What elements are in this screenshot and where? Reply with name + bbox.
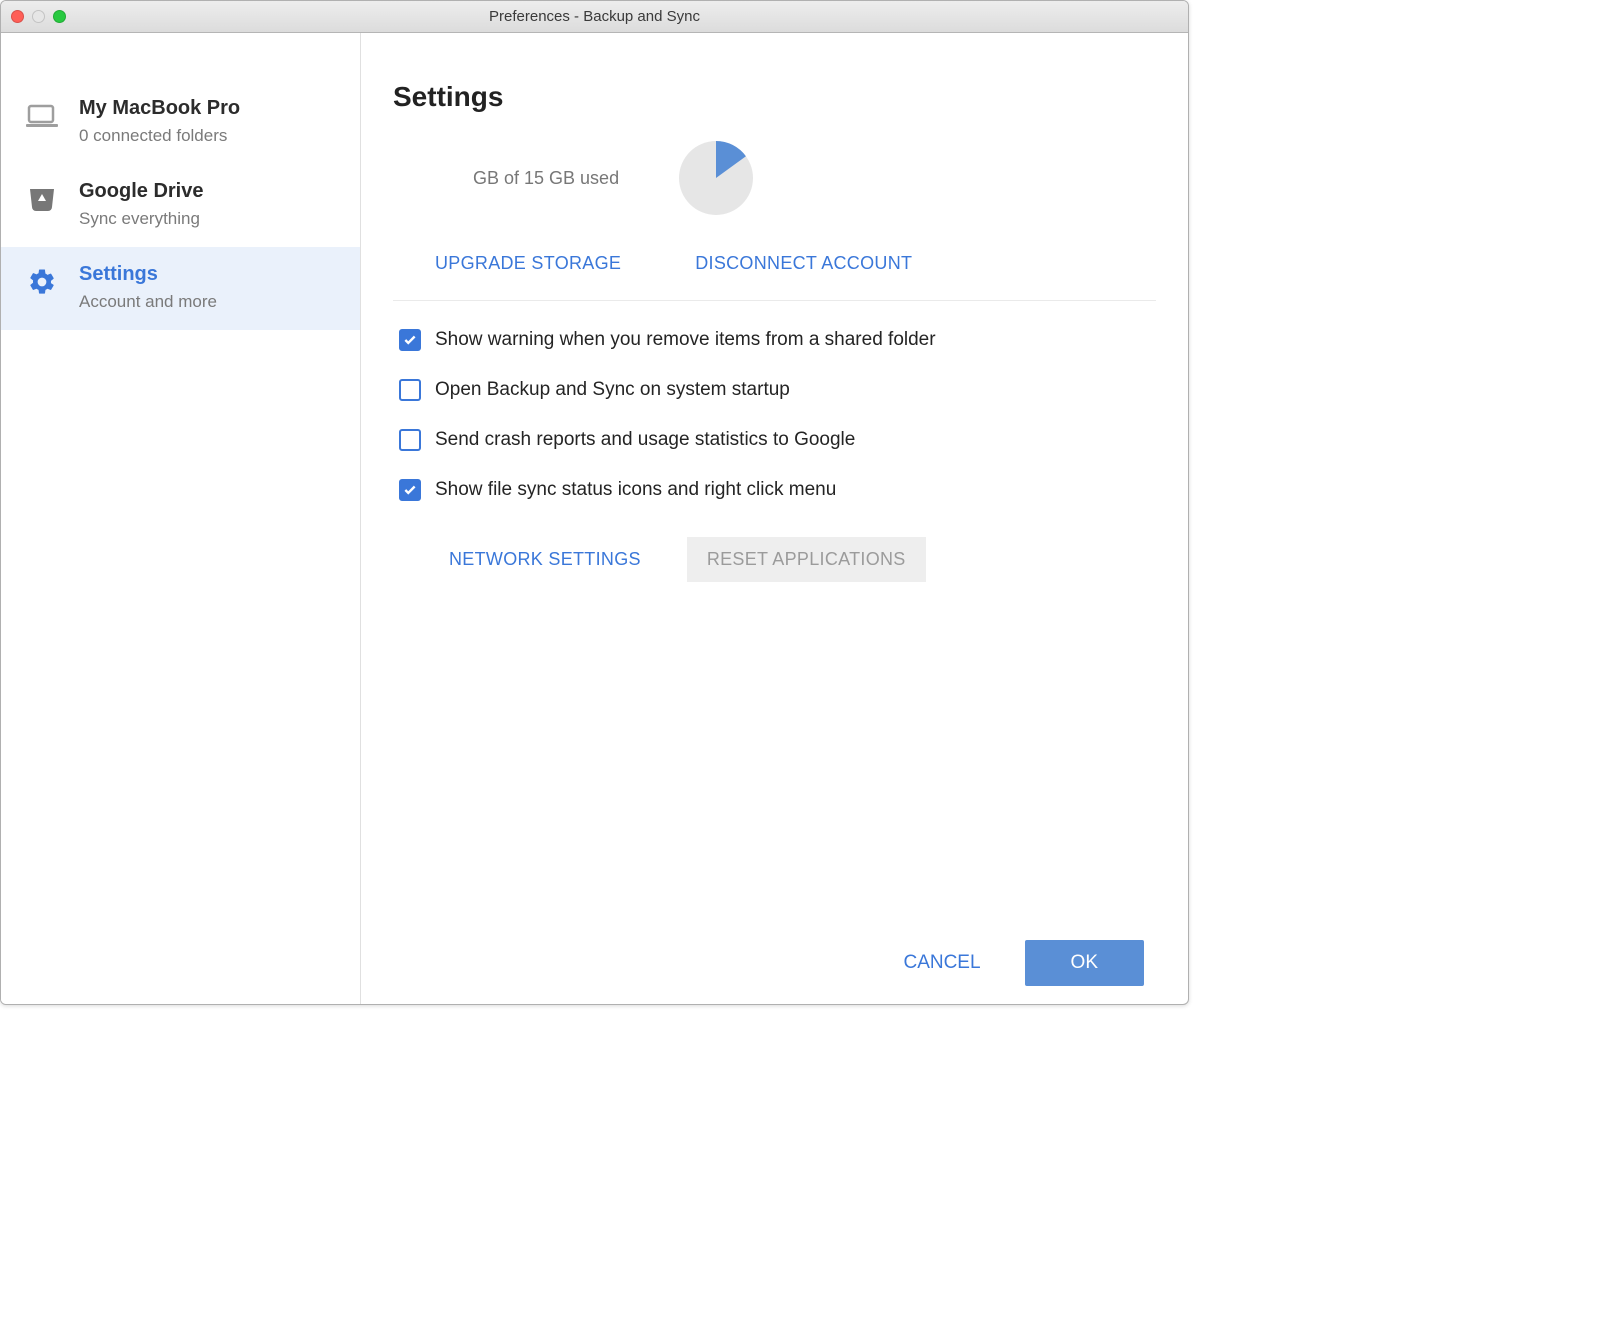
- title-bar: Preferences - Backup and Sync: [1, 1, 1188, 33]
- checkbox-label: Open Backup and Sync on system startup: [435, 379, 790, 401]
- sidebar-item-settings[interactable]: Settings Account and more: [1, 247, 360, 330]
- minimize-icon[interactable]: [32, 10, 45, 23]
- checkbox-label: Show warning when you remove items from …: [435, 329, 936, 351]
- storage-row: GB of 15 GB used: [393, 141, 1156, 239]
- laptop-icon: [25, 99, 59, 133]
- cancel-button[interactable]: CANCEL: [889, 940, 994, 986]
- divider: [393, 300, 1156, 301]
- checkbox-icon: [399, 429, 421, 451]
- checkbox-crash-reports[interactable]: Send crash reports and usage statistics …: [399, 429, 1156, 451]
- checkbox-label: Show file sync status icons and right cl…: [435, 479, 836, 501]
- gear-icon: [25, 265, 59, 299]
- action-row: NETWORK SETTINGS RESET APPLICATIONS: [393, 531, 1156, 582]
- checkbox-show-warning[interactable]: Show warning when you remove items from …: [399, 329, 1156, 351]
- checkbox-icon: [399, 479, 421, 501]
- storage-text: GB of 15 GB used: [473, 168, 619, 189]
- sidebar-item-label: Settings: [79, 263, 217, 286]
- checkbox-icon: [399, 329, 421, 351]
- body: My MacBook Pro 0 connected folders Googl…: [1, 33, 1188, 1004]
- sidebar-item-subtitle: Account and more: [79, 292, 217, 312]
- checkbox-icon: [399, 379, 421, 401]
- checkbox-open-startup[interactable]: Open Backup and Sync on system startup: [399, 379, 1156, 401]
- sidebar-item-subtitle: 0 connected folders: [79, 126, 240, 146]
- main-panel: Settings GB of 15 GB used UPGRADE STORAG…: [361, 33, 1188, 1004]
- upgrade-storage-button[interactable]: UPGRADE STORAGE: [433, 249, 623, 278]
- sidebar-item-label: Google Drive: [79, 180, 203, 203]
- storage-buttons: UPGRADE STORAGE DISCONNECT ACCOUNT: [393, 239, 1156, 300]
- checkbox-label: Send crash reports and usage statistics …: [435, 429, 855, 451]
- traffic-lights: [11, 10, 66, 23]
- window-title: Preferences - Backup and Sync: [1, 8, 1188, 25]
- sidebar-item-drive[interactable]: Google Drive Sync everything: [1, 164, 360, 247]
- footer: CANCEL OK: [393, 924, 1156, 1004]
- checkbox-sync-icons[interactable]: Show file sync status icons and right cl…: [399, 479, 1156, 501]
- sidebar-item-subtitle: Sync everything: [79, 209, 203, 229]
- zoom-icon[interactable]: [53, 10, 66, 23]
- checkbox-list: Show warning when you remove items from …: [393, 323, 1156, 531]
- sidebar: My MacBook Pro 0 connected folders Googl…: [1, 33, 361, 1004]
- drive-icon: [25, 182, 59, 216]
- network-settings-button[interactable]: NETWORK SETTINGS: [429, 537, 661, 582]
- sidebar-item-label: My MacBook Pro: [79, 97, 240, 120]
- storage-pie-chart: [679, 141, 753, 215]
- page-title: Settings: [393, 81, 1156, 113]
- sidebar-item-macbook[interactable]: My MacBook Pro 0 connected folders: [1, 81, 360, 164]
- reset-applications-button[interactable]: RESET APPLICATIONS: [687, 537, 926, 582]
- disconnect-account-button[interactable]: DISCONNECT ACCOUNT: [693, 249, 914, 278]
- close-icon[interactable]: [11, 10, 24, 23]
- ok-button[interactable]: OK: [1025, 940, 1144, 986]
- preferences-window: Preferences - Backup and Sync My MacBook…: [0, 0, 1189, 1005]
